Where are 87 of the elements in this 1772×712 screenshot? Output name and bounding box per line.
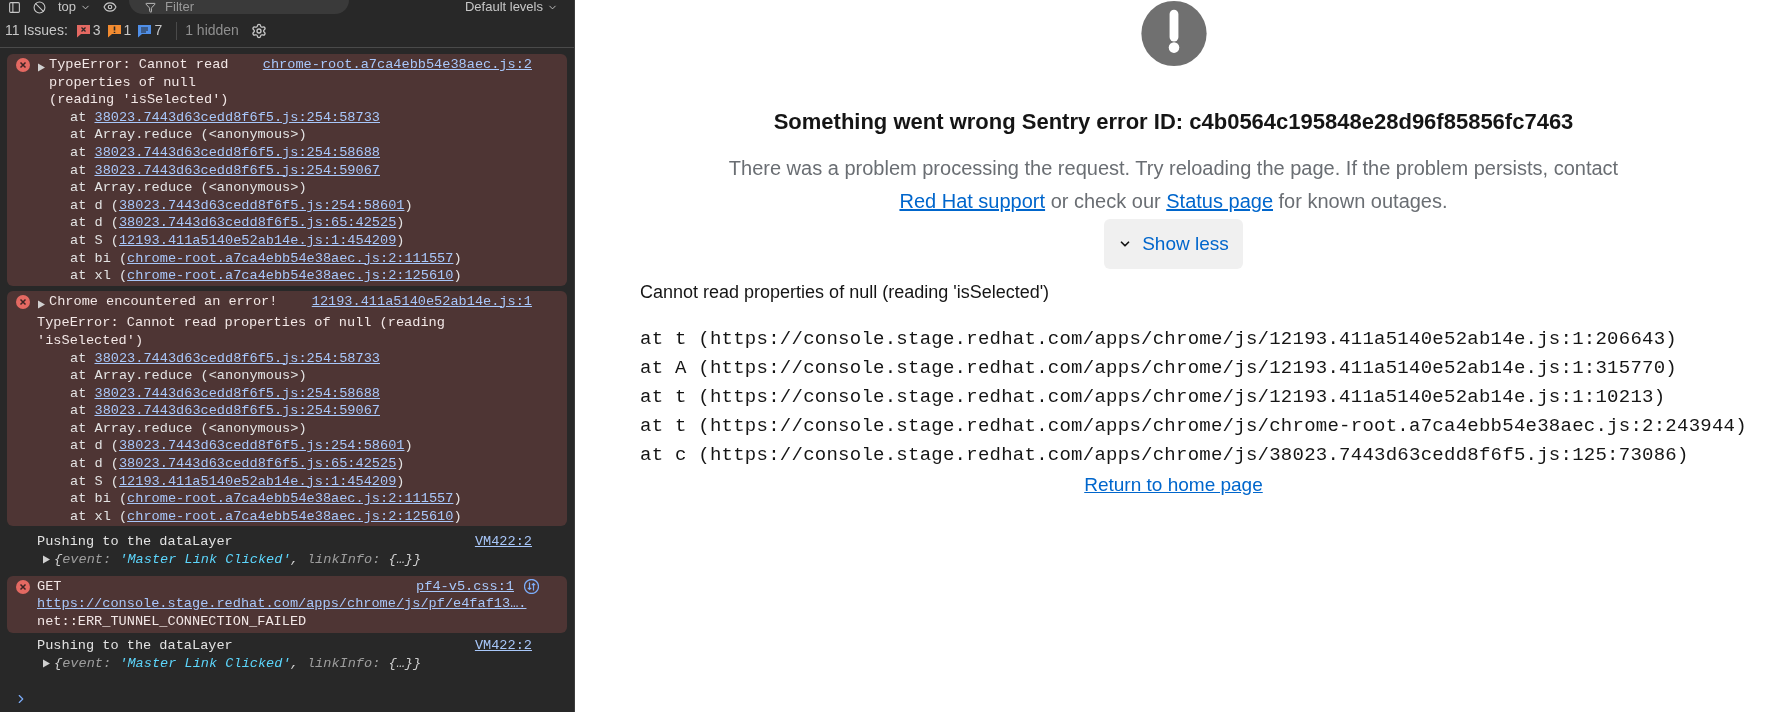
expand-triangle-icon[interactable] bbox=[37, 63, 46, 72]
stack-link[interactable]: 12193.411a5140e52ab14e.js:1:454209 bbox=[118, 473, 397, 489]
stack-frame: at bi (chrome-root.a7ca4ebb54e38aec.js:2:111557) bbox=[37, 249, 532, 268]
error-icon bbox=[16, 579, 30, 594]
issues-label: 11 Issues: bbox=[5, 21, 68, 40]
stack-link[interactable]: chrome-root.a7ca4ebb54e38aec.js:2:125610 bbox=[127, 268, 454, 284]
stack-frame: at Array.reduce (<anonymous>) bbox=[37, 419, 532, 438]
issue-count[interactable]: 7 bbox=[137, 20, 163, 41]
stack-frame: at 38023.7443d63cedd8f6f5.js:254:58733 bbox=[37, 349, 532, 368]
source-link[interactable]: chrome-root.a7ca4ebb54e38aec.js:2 bbox=[262, 57, 532, 72]
stack-frame: at d (38023.7443d63cedd8f6f5.js:254:58601) bbox=[37, 196, 532, 215]
stack-frame: at d (38023.7443d63cedd8f6f5.js:65:42525) bbox=[37, 214, 532, 232]
stack-frame: at xl (chrome-root.a7ca4ebb54e38aec.js:2:125610) bbox=[37, 267, 532, 285]
eye-icon[interactable] bbox=[103, 0, 118, 14]
stack-frame: at Array.reduce (<anonymous>) bbox=[37, 126, 532, 144]
clear-icon[interactable] bbox=[33, 1, 46, 14]
log-text: Pushing to the dataLayer bbox=[37, 533, 233, 552]
request-url-link[interactable]: https://console.stage.redhat.com/apps/chrome/js/pf/e4faf13…. bbox=[37, 596, 527, 612]
stack-link[interactable]: 38023.7443d63cedd8f6f5.js:254:59067 bbox=[94, 162, 380, 178]
description-link[interactable]: Status page bbox=[1166, 190, 1273, 212]
stack-link[interactable]: 38023.7443d63cedd8f6f5.js:254:58733 bbox=[94, 350, 380, 366]
stack-frame: at t (https://console.stage.redhat.com/apps/chrome/js/12193.411a5140e52ab14e.js:1:10213) bbox=[640, 383, 1772, 412]
stack-link[interactable]: chrome-root.a7ca4ebb54e38aec.js:2:111557 bbox=[127, 250, 454, 266]
error-text: TypeError: Cannot read properties of null (reading 'isSelected') bbox=[49, 56, 230, 109]
stack-frame: at xl (chrome-root.a7ca4ebb54e38aec.js:2:125610) bbox=[37, 507, 532, 526]
filter-field[interactable]: Filter bbox=[129, 0, 350, 14]
context-dropdown[interactable]: top bbox=[58, 0, 92, 14]
stack-frame: at S (12193.411a5140e52ab14e.js:1:454209) bbox=[37, 231, 532, 250]
network-icon[interactable] bbox=[524, 578, 539, 594]
stack-frame: at bi (chrome-root.a7ca4ebb54e38aec.js:2:111557) bbox=[37, 490, 532, 508]
stack-frame: at c (https://console.stage.redhat.com/apps/chrome/js/38023.7443d63cedd8f6f5.js:125:73086) bbox=[640, 441, 1772, 470]
error-text: Chrome encountered an error! bbox=[49, 292, 279, 311]
issue-count[interactable]: 1 bbox=[106, 20, 132, 41]
error-detail: net::ERR_TUNNEL_CONNECTION_FAILED bbox=[37, 612, 308, 631]
stack-frame: at 38023.7443d63cedd8f6f5.js:254:58733 bbox=[37, 108, 532, 127]
request-method: GET bbox=[37, 577, 62, 596]
source-link[interactable]: VM422:2 bbox=[474, 533, 532, 552]
stack-link[interactable]: 38023.7443d63cedd8f6f5.js:254:59067 bbox=[94, 403, 380, 419]
stack-link[interactable]: 38023.7443d63cedd8f6f5.js:65:42525 bbox=[118, 456, 397, 472]
description-link[interactable]: Red Hat support bbox=[899, 190, 1046, 212]
stack-link[interactable]: 38023.7443d63cedd8f6f5.js:254:58688 bbox=[94, 144, 380, 160]
settings-icon[interactable] bbox=[250, 22, 267, 39]
stack-link[interactable]: chrome-root.a7ca4ebb54e38aec.js:2:125610 bbox=[127, 508, 454, 524]
warning-issue-icon bbox=[106, 23, 122, 38]
stack-frame: at t (https://console.stage.redhat.com/apps/chrome/js/12193.411a5140e52ab14e.js:1:206643) bbox=[640, 325, 1772, 354]
source-link[interactable]: pf4-v5.css:1 bbox=[416, 577, 514, 596]
stack-link[interactable]: 38023.7443d63cedd8f6f5.js:254:58601 bbox=[118, 438, 405, 454]
stack-frame: at S (12193.411a5140e52ab14e.js:1:454209) bbox=[37, 472, 532, 491]
stack-frame: at 38023.7443d63cedd8f6f5.js:254:59067 bbox=[37, 161, 532, 180]
object-preview[interactable]: {event: 'Master Link Clicked', linkInfo: {…}} bbox=[54, 551, 422, 569]
home-link[interactable]: Return to home page bbox=[1084, 471, 1263, 500]
expand-triangle-icon[interactable] bbox=[42, 555, 51, 565]
object-preview[interactable]: {event: 'Master Link Clicked', linkInfo: {…}} bbox=[54, 655, 422, 673]
stack-frame: at Array.reduce (<anonymous>) bbox=[37, 179, 532, 197]
expand-triangle-icon[interactable] bbox=[42, 659, 51, 669]
error-icon bbox=[16, 294, 30, 309]
stack-frame: at A (https://console.stage.redhat.com/apps/chrome/js/12193.411a5140e52ab14e.js:1:315770) bbox=[640, 354, 1772, 383]
hidden-count: 1 hidden bbox=[185, 21, 239, 40]
filter-icon bbox=[145, 2, 157, 13]
error-detail: TypeError: Cannot read properties of null (reading 'isSelected') bbox=[37, 314, 446, 350]
expand-triangle-icon[interactable] bbox=[37, 299, 46, 309]
stack-link[interactable]: 12193.411a5140e52ab14e.js:1:454209 bbox=[118, 232, 397, 248]
stack-frame: at 38023.7443d63cedd8f6f5.js:254:59067 bbox=[37, 402, 532, 420]
issue-count[interactable]: 3 bbox=[75, 20, 101, 41]
error-title: Something went wrong Sentry error ID: c4b0564c195848e28d96f85856fc7463 bbox=[773, 108, 1574, 136]
error-message-text: Cannot read properties of null (reading 'isSelected') bbox=[640, 281, 1051, 304]
stack-link[interactable]: 38023.7443d63cedd8f6f5.js:254:58601 bbox=[118, 197, 405, 213]
stack-link[interactable]: chrome-root.a7ca4ebb54e38aec.js:2:111557 bbox=[127, 491, 454, 507]
stack-link[interactable]: 38023.7443d63cedd8f6f5.js:254:58688 bbox=[94, 385, 380, 401]
info-issue-icon bbox=[137, 23, 153, 38]
stack-frame: at 38023.7443d63cedd8f6f5.js:254:58688 bbox=[37, 143, 532, 162]
sidebar-icon[interactable] bbox=[8, 1, 21, 14]
levels-dropdown[interactable]: Default levels bbox=[464, 0, 558, 14]
stack-link[interactable]: 38023.7443d63cedd8f6f5.js:65:42525 bbox=[118, 215, 397, 231]
stack-frame: at d (38023.7443d63cedd8f6f5.js:254:58601) bbox=[37, 437, 532, 456]
error-icon bbox=[16, 58, 30, 72]
show-less-button[interactable]: Show less bbox=[1104, 219, 1243, 269]
error-issue-icon bbox=[75, 23, 91, 38]
source-link[interactable]: 12193.411a5140e52ab14e.js:1 bbox=[311, 293, 532, 309]
stack-frame: at 38023.7443d63cedd8f6f5.js:254:58688 bbox=[37, 384, 532, 403]
stack-frame: at t (https://console.stage.redhat.com/apps/chrome/js/chrome-root.a7ca4ebb54e38aec.js:2:243944) bbox=[640, 412, 1772, 441]
error-description: There was a problem processing the request. Try reloading the page. If the problem persists, contact Red Hat support or check our Status page for known outages. bbox=[727, 156, 1620, 214]
stack-frame: at d (38023.7443d63cedd8f6f5.js:65:42525) bbox=[37, 455, 532, 473]
source-link[interactable]: VM422:2 bbox=[474, 637, 532, 655]
stack-link[interactable]: 38023.7443d63cedd8f6f5.js:254:58733 bbox=[94, 109, 380, 125]
log-text: Pushing to the dataLayer bbox=[37, 637, 233, 655]
stack-frame: at Array.reduce (<anonymous>) bbox=[37, 367, 532, 385]
